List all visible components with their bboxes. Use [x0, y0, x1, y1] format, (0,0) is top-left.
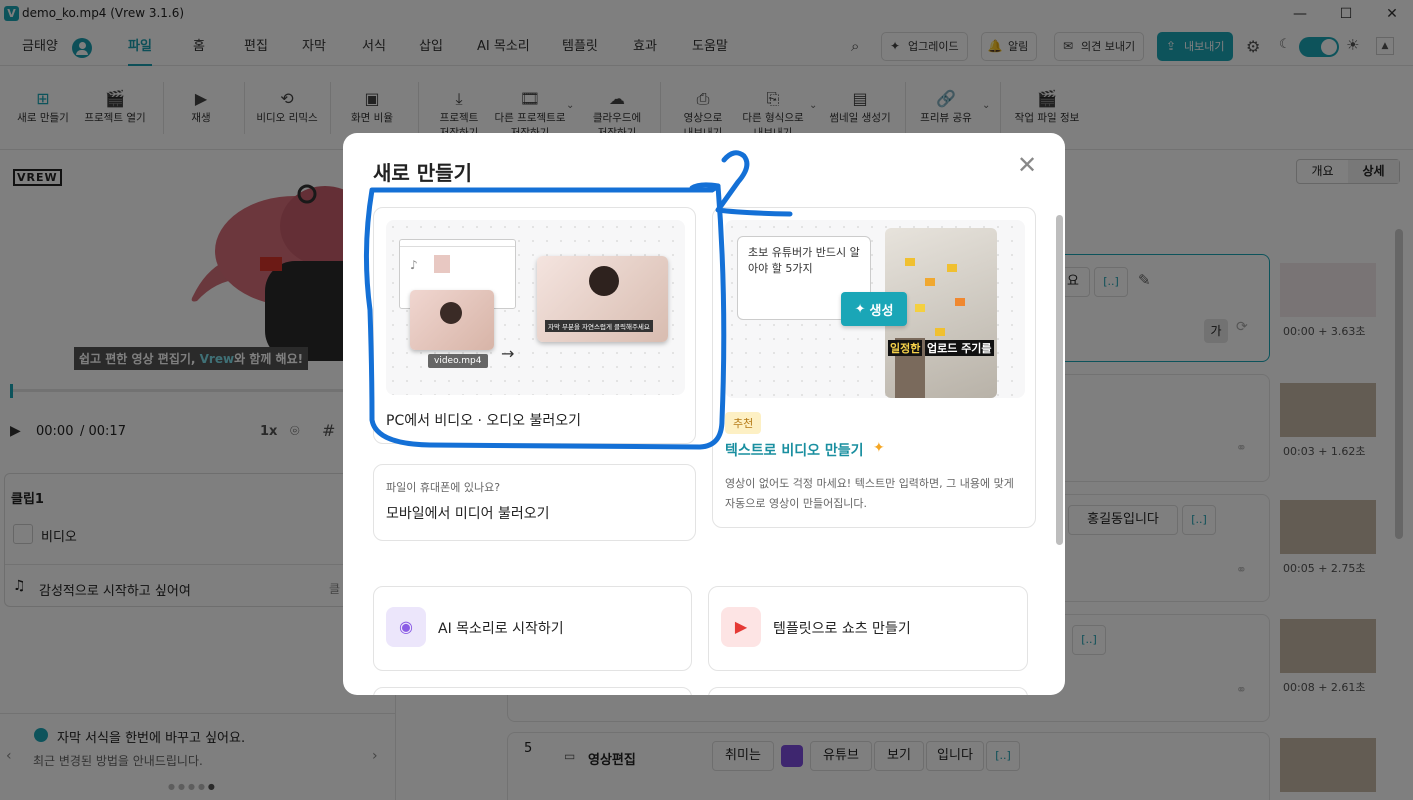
hand-drawn-annotation — [363, 150, 793, 450]
